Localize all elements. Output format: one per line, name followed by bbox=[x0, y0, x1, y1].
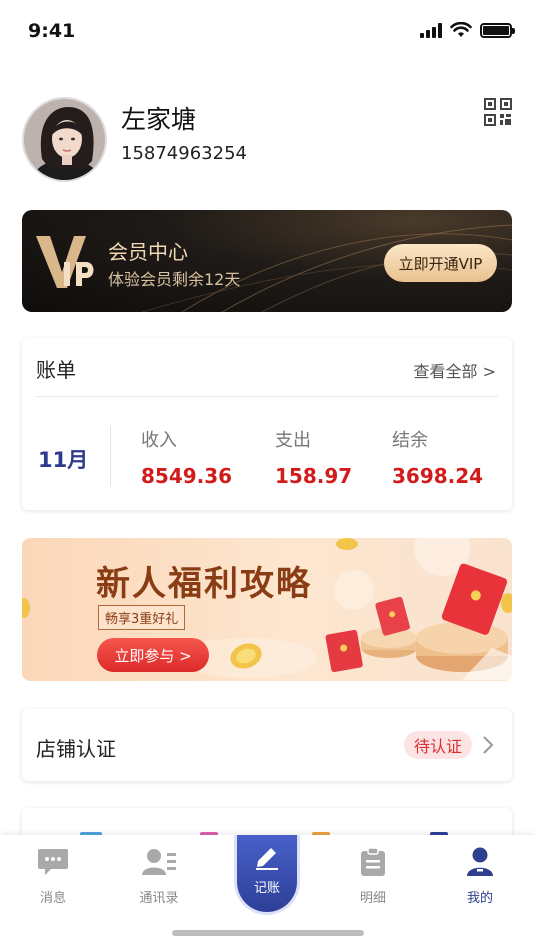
shop-certification-row[interactable]: 店铺认证 待认证 bbox=[22, 709, 512, 781]
expense-stat: 支出 158.97 bbox=[275, 426, 352, 488]
tab-label: 明细 bbox=[359, 891, 386, 906]
home-indicator[interactable] bbox=[172, 930, 364, 936]
income-value: 8549.36 bbox=[141, 464, 233, 488]
contacts-icon bbox=[142, 849, 176, 875]
cellular-signal-icon bbox=[420, 22, 442, 38]
expense-label: 支出 bbox=[275, 430, 311, 451]
income-label: 收入 bbox=[141, 430, 177, 451]
tab-record[interactable]: 记账 bbox=[234, 835, 300, 915]
status-icons bbox=[420, 22, 515, 38]
view-all-link[interactable]: 查看全部 > bbox=[414, 358, 497, 382]
tab-details[interactable]: 明细 bbox=[338, 847, 408, 906]
open-vip-button[interactable]: 立即开通VIP bbox=[384, 244, 497, 282]
promo-title: 新人福利攻略 bbox=[96, 564, 312, 604]
tab-mine[interactable]: 我的 bbox=[445, 847, 515, 906]
tab-contacts[interactable]: 通讯录 bbox=[124, 847, 194, 906]
vip-subtitle: 体验会员剩余12天 bbox=[108, 270, 241, 289]
divider bbox=[36, 396, 498, 397]
user-phone: 15874963254 bbox=[121, 143, 247, 164]
newcomer-promo-banner[interactable]: 新人福利攻略 畅享3重好礼 立即参与 > bbox=[22, 538, 512, 681]
tab-label: 记账 bbox=[253, 881, 280, 896]
shop-title: 店铺认证 bbox=[36, 737, 116, 761]
avatar[interactable] bbox=[22, 97, 107, 182]
status-time: 9:41 bbox=[28, 20, 76, 42]
bill-month: 11月 bbox=[38, 448, 89, 472]
tab-messages[interactable]: 消息 bbox=[18, 847, 88, 906]
bill-title: 账单 bbox=[36, 358, 76, 382]
expense-value: 158.97 bbox=[275, 464, 353, 488]
balance-value: 3698.24 bbox=[392, 464, 484, 488]
qr-code-icon[interactable] bbox=[484, 98, 512, 126]
divider bbox=[110, 426, 111, 486]
edit-icon bbox=[256, 848, 278, 870]
balance-stat: 结余 3698.24 bbox=[392, 426, 483, 488]
tab-label: 通讯录 bbox=[139, 891, 179, 906]
status-bar: 9:41 bbox=[0, 0, 534, 66]
tab-label: 我的 bbox=[466, 891, 493, 906]
wifi-icon bbox=[450, 22, 472, 37]
vip-card[interactable]: 会员中心 体验会员剩余12天 立即开通VIP bbox=[22, 210, 512, 312]
bill-card: 账单 查看全部 > 11月 收入 8549.36 支出 158.97 结余 36… bbox=[22, 338, 512, 510]
tab-label: 消息 bbox=[39, 891, 66, 906]
join-now-button[interactable]: 立即参与 > bbox=[97, 638, 209, 672]
message-icon bbox=[38, 849, 68, 875]
user-name: 左家塘 bbox=[121, 105, 197, 134]
balance-label: 结余 bbox=[392, 430, 428, 451]
vip-logo-icon bbox=[36, 236, 94, 288]
chevron-right-icon bbox=[483, 736, 494, 754]
user-icon bbox=[467, 847, 493, 876]
income-stat: 收入 8549.36 bbox=[141, 426, 232, 488]
promo-subtitle: 畅享3重好礼 bbox=[98, 605, 186, 630]
battery-icon bbox=[480, 22, 515, 38]
clipboard-icon bbox=[361, 847, 385, 876]
vip-title: 会员中心 bbox=[108, 240, 188, 264]
status-badge: 待认证 bbox=[404, 731, 473, 759]
